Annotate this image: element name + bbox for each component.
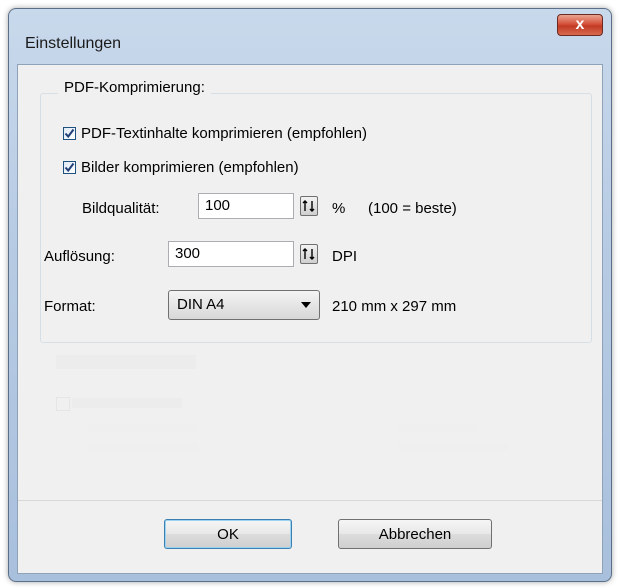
close-icon: x bbox=[575, 16, 585, 33]
faded-text bbox=[398, 443, 508, 451]
faded-text bbox=[88, 443, 198, 451]
format-select[interactable]: DIN A4 bbox=[168, 290, 320, 320]
window-title: Einstellungen bbox=[25, 35, 122, 52]
chevron-down-icon bbox=[301, 302, 311, 308]
compress-text-checkbox[interactable]: PDF-Textinhalte komprimieren (empfohlen) bbox=[63, 125, 367, 142]
compress-text-label: PDF-Textinhalte komprimieren (empfohlen) bbox=[81, 125, 367, 142]
cancel-button-label: Abbrechen bbox=[378, 525, 452, 543]
resolution-unit: DPI bbox=[332, 248, 358, 265]
faded-text bbox=[398, 425, 478, 433]
settings-dialog: Einstellungen x PDF-Komprimierung: PDF-T… bbox=[8, 8, 612, 582]
spin-arrows-icon bbox=[302, 200, 315, 212]
close-button[interactable]: x bbox=[557, 14, 603, 36]
button-bar: OK Abbrechen bbox=[18, 500, 602, 573]
quality-hint: (100 = beste) bbox=[368, 200, 457, 217]
resolution-label: Auflösung: bbox=[44, 248, 115, 265]
format-selected-value: DIN A4 bbox=[177, 296, 225, 313]
ok-button-label: OK bbox=[217, 525, 239, 543]
faded-checkbox bbox=[56, 397, 70, 411]
checkbox-checked-icon[interactable] bbox=[63, 161, 76, 174]
compress-images-checkbox[interactable]: Bilder komprimieren (empfohlen) bbox=[63, 159, 299, 176]
dialog-content: PDF-Komprimierung: PDF-Textinhalte kompr… bbox=[17, 64, 603, 574]
format-dimensions: 210 mm x 297 mm bbox=[332, 298, 457, 315]
resolution-spinner[interactable] bbox=[300, 244, 318, 264]
faded-text bbox=[72, 398, 182, 408]
group-title: PDF-Komprimierung: bbox=[58, 79, 211, 96]
ok-button[interactable]: OK bbox=[164, 519, 292, 549]
quality-input[interactable]: 100 bbox=[198, 193, 294, 219]
cancel-button[interactable]: Abbrechen bbox=[338, 519, 492, 549]
format-label: Format: bbox=[44, 298, 96, 315]
compress-images-label: Bilder komprimieren (empfohlen) bbox=[81, 159, 299, 176]
title-bar[interactable]: Einstellungen x bbox=[9, 9, 611, 61]
spin-arrows-icon bbox=[302, 248, 315, 260]
faded-heading bbox=[56, 355, 196, 369]
resolution-input[interactable]: 300 bbox=[168, 241, 294, 267]
checkbox-checked-icon[interactable] bbox=[63, 127, 76, 140]
quality-spinner[interactable] bbox=[300, 196, 318, 216]
faded-text bbox=[88, 425, 198, 433]
quality-label: Bildqualität: bbox=[82, 200, 160, 217]
quality-unit: % bbox=[332, 200, 346, 217]
